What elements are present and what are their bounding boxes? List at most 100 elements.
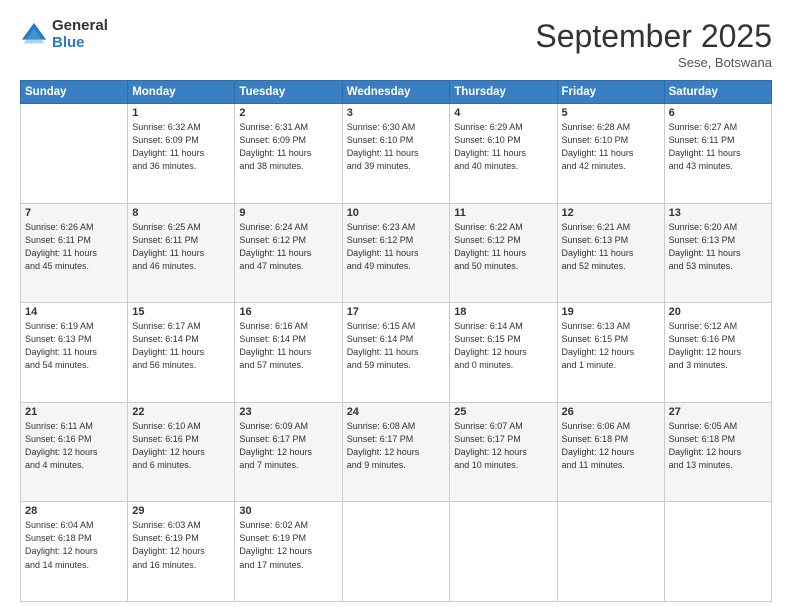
day-number: 14 xyxy=(25,306,123,318)
day-info: Sunrise: 6:17 AMSunset: 6:14 PMDaylight:… xyxy=(132,320,230,372)
day-number: 6 xyxy=(669,107,767,119)
logo-blue: Blue xyxy=(52,35,108,52)
calendar-cell-w4-d1: 21 Sunrise: 6:11 AMSunset: 6:16 PMDayligh… xyxy=(21,402,128,502)
logo-general: General xyxy=(52,18,108,35)
calendar-cell-w2-d1: 7Sunrise: 6:26 AMSunset: 6:11 PMDaylight… xyxy=(21,203,128,303)
calendar-cell-w3-d3: 16Sunrise: 6:16 AMSunset: 6:14 PMDayligh… xyxy=(235,303,342,403)
day-info: Sunrise: 6:12 AMSunset: 6:16 PMDaylight:… xyxy=(669,320,767,372)
calendar-title: September 2025 xyxy=(535,18,772,55)
day-info: Sunrise: 6:21 AMSunset: 6:13 PMDaylight:… xyxy=(562,221,660,273)
calendar-week-1: 1Sunrise: 6:32 AMSunset: 6:09 PMDaylight… xyxy=(21,104,772,204)
day-info: Sunrise: 6:20 AMSunset: 6:13 PMDaylight:… xyxy=(669,221,767,273)
calendar-cell-w3-d5: 18 Sunrise: 6:14 AMSunset: 6:15 PMDayligh… xyxy=(450,303,557,403)
calendar-cell-w5-d5 xyxy=(450,502,557,602)
day-number: 26 xyxy=(562,406,660,418)
day-info: Sunrise: 6:30 AMSunset: 6:10 PMDaylight:… xyxy=(347,121,446,173)
calendar-cell-w2-d4: 10Sunrise: 6:23 AMSunset: 6:12 PMDayligh… xyxy=(342,203,450,303)
day-number: 22 xyxy=(132,406,230,418)
calendar-cell-w5-d3: 30 Sunrise: 6:02 AMSunset: 6:19 PMDayligh… xyxy=(235,502,342,602)
day-number: 2 xyxy=(239,107,337,119)
calendar-cell-w2-d5: 11 Sunrise: 6:22 AMSunset: 6:12 PMDayligh… xyxy=(450,203,557,303)
day-info: Sunrise: 6:14 AMSunset: 6:15 PMDaylight:… xyxy=(454,320,552,372)
calendar-table: Sunday Monday Tuesday Wednesday Thursday… xyxy=(20,80,772,602)
page: General Blue September 2025 Sese, Botswa… xyxy=(0,0,792,612)
day-number: 11 xyxy=(454,207,552,219)
calendar-cell-w4-d3: 23 Sunrise: 6:09 AMSunset: 6:17 PMDayligh… xyxy=(235,402,342,502)
calendar-header-row: Sunday Monday Tuesday Wednesday Thursday… xyxy=(21,81,772,104)
calendar-cell-w3-d4: 17Sunrise: 6:15 AMSunset: 6:14 PMDayligh… xyxy=(342,303,450,403)
day-info: Sunrise: 6:09 AMSunset: 6:17 PMDaylight:… xyxy=(239,420,337,472)
day-number: 30 xyxy=(239,505,337,517)
logo: General Blue xyxy=(20,18,108,51)
calendar-cell-w1-d3: 2 Sunrise: 6:31 AMSunset: 6:09 PMDaylight… xyxy=(235,104,342,204)
calendar-cell-w4-d2: 22 Sunrise: 6:10 AMSunset: 6:16 PMDayligh… xyxy=(128,402,235,502)
day-info: Sunrise: 6:16 AMSunset: 6:14 PMDaylight:… xyxy=(239,320,337,372)
title-block: September 2025 Sese, Botswana xyxy=(535,18,772,70)
day-number: 7 xyxy=(25,207,123,219)
day-info: Sunrise: 6:13 AMSunset: 6:15 PMDaylight:… xyxy=(562,320,660,372)
calendar-cell-w3-d2: 15 Sunrise: 6:17 AMSunset: 6:14 PMDayligh… xyxy=(128,303,235,403)
day-number: 12 xyxy=(562,207,660,219)
calendar-cell-w2-d6: 12 Sunrise: 6:21 AMSunset: 6:13 PMDayligh… xyxy=(557,203,664,303)
day-info: Sunrise: 6:27 AMSunset: 6:11 PMDaylight:… xyxy=(669,121,767,173)
calendar-cell-w1-d5: 4 Sunrise: 6:29 AMSunset: 6:10 PMDaylight… xyxy=(450,104,557,204)
day-info: Sunrise: 6:10 AMSunset: 6:16 PMDaylight:… xyxy=(132,420,230,472)
day-number: 28 xyxy=(25,505,123,517)
calendar-cell-w2-d7: 13 Sunrise: 6:20 AMSunset: 6:13 PMDayligh… xyxy=(664,203,771,303)
day-number: 3 xyxy=(347,107,446,119)
calendar-cell-w3-d6: 19 Sunrise: 6:13 AMSunset: 6:15 PMDayligh… xyxy=(557,303,664,403)
day-info: Sunrise: 6:04 AMSunset: 6:18 PMDaylight:… xyxy=(25,519,123,571)
calendar-week-3: 14 Sunrise: 6:19 AMSunset: 6:13 PMDayligh… xyxy=(21,303,772,403)
day-number: 19 xyxy=(562,306,660,318)
calendar-week-5: 28 Sunrise: 6:04 AMSunset: 6:18 PMDayligh… xyxy=(21,502,772,602)
day-info: Sunrise: 6:31 AMSunset: 6:09 PMDaylight:… xyxy=(239,121,337,173)
day-number: 20 xyxy=(669,306,767,318)
calendar-cell-w4-d4: 24Sunrise: 6:08 AMSunset: 6:17 PMDayligh… xyxy=(342,402,450,502)
day-number: 15 xyxy=(132,306,230,318)
calendar-cell-w5-d4 xyxy=(342,502,450,602)
calendar-cell-w3-d7: 20 Sunrise: 6:12 AMSunset: 6:16 PMDayligh… xyxy=(664,303,771,403)
day-info: Sunrise: 6:28 AMSunset: 6:10 PMDaylight:… xyxy=(562,121,660,173)
calendar-cell-w3-d1: 14 Sunrise: 6:19 AMSunset: 6:13 PMDayligh… xyxy=(21,303,128,403)
calendar-cell-w1-d6: 5Sunrise: 6:28 AMSunset: 6:10 PMDaylight… xyxy=(557,104,664,204)
header: General Blue September 2025 Sese, Botswa… xyxy=(20,18,772,70)
header-tuesday: Tuesday xyxy=(235,81,342,104)
day-info: Sunrise: 6:19 AMSunset: 6:13 PMDaylight:… xyxy=(25,320,123,372)
day-number: 8 xyxy=(132,207,230,219)
header-sunday: Sunday xyxy=(21,81,128,104)
day-info: Sunrise: 6:05 AMSunset: 6:18 PMDaylight:… xyxy=(669,420,767,472)
day-info: Sunrise: 6:22 AMSunset: 6:12 PMDaylight:… xyxy=(454,221,552,273)
day-number: 23 xyxy=(239,406,337,418)
day-number: 21 xyxy=(25,406,123,418)
day-number: 10 xyxy=(347,207,446,219)
day-info: Sunrise: 6:29 AMSunset: 6:10 PMDaylight:… xyxy=(454,121,552,173)
day-info: Sunrise: 6:03 AMSunset: 6:19 PMDaylight:… xyxy=(132,519,230,571)
header-monday: Monday xyxy=(128,81,235,104)
calendar-cell-w1-d1 xyxy=(21,104,128,204)
day-number: 17 xyxy=(347,306,446,318)
day-info: Sunrise: 6:08 AMSunset: 6:17 PMDaylight:… xyxy=(347,420,446,472)
day-info: Sunrise: 6:07 AMSunset: 6:17 PMDaylight:… xyxy=(454,420,552,472)
calendar-week-4: 21 Sunrise: 6:11 AMSunset: 6:16 PMDayligh… xyxy=(21,402,772,502)
day-number: 18 xyxy=(454,306,552,318)
day-number: 27 xyxy=(669,406,767,418)
calendar-cell-w5-d2: 29Sunrise: 6:03 AMSunset: 6:19 PMDayligh… xyxy=(128,502,235,602)
header-thursday: Thursday xyxy=(450,81,557,104)
calendar-cell-w5-d6 xyxy=(557,502,664,602)
header-friday: Friday xyxy=(557,81,664,104)
day-number: 25 xyxy=(454,406,552,418)
day-number: 9 xyxy=(239,207,337,219)
day-info: Sunrise: 6:11 AMSunset: 6:16 PMDaylight:… xyxy=(25,420,123,472)
day-info: Sunrise: 6:02 AMSunset: 6:19 PMDaylight:… xyxy=(239,519,337,571)
calendar-cell-w4-d5: 25 Sunrise: 6:07 AMSunset: 6:17 PMDayligh… xyxy=(450,402,557,502)
day-number: 4 xyxy=(454,107,552,119)
calendar-cell-w5-d7 xyxy=(664,502,771,602)
day-info: Sunrise: 6:32 AMSunset: 6:09 PMDaylight:… xyxy=(132,121,230,173)
calendar-cell-w5-d1: 28 Sunrise: 6:04 AMSunset: 6:18 PMDayligh… xyxy=(21,502,128,602)
day-number: 13 xyxy=(669,207,767,219)
calendar-cell-w1-d4: 3 Sunrise: 6:30 AMSunset: 6:10 PMDaylight… xyxy=(342,104,450,204)
calendar-cell-w2-d2: 8Sunrise: 6:25 AMSunset: 6:11 PMDaylight… xyxy=(128,203,235,303)
calendar-cell-w1-d7: 6 Sunrise: 6:27 AMSunset: 6:11 PMDaylight… xyxy=(664,104,771,204)
day-info: Sunrise: 6:06 AMSunset: 6:18 PMDaylight:… xyxy=(562,420,660,472)
logo-icon xyxy=(20,21,48,49)
